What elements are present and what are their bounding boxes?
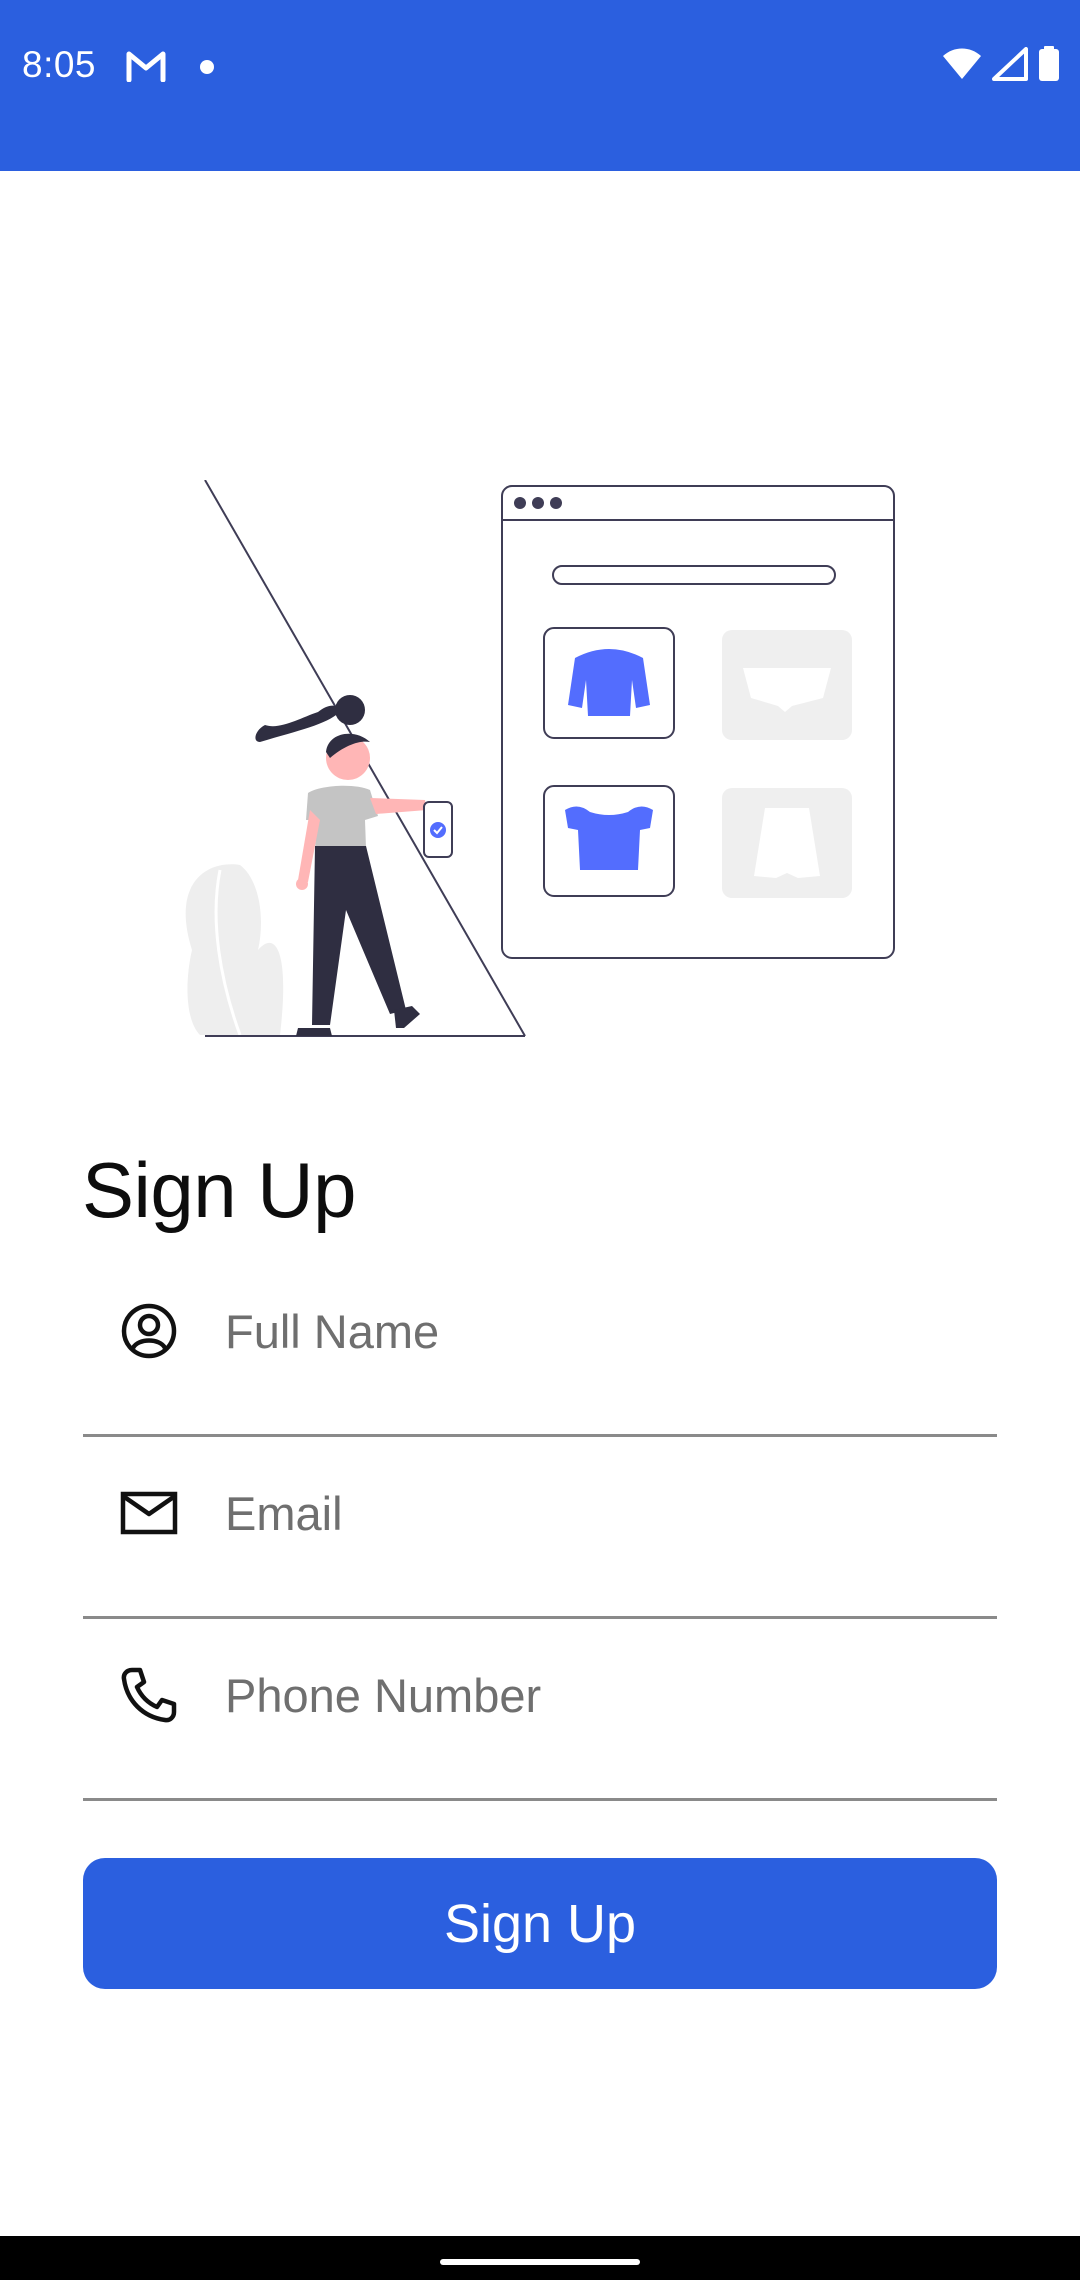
email-input[interactable] bbox=[225, 1473, 965, 1553]
full-name-field[interactable] bbox=[83, 1255, 997, 1437]
system-status-icons bbox=[942, 45, 1060, 87]
notification-dot-icon bbox=[200, 60, 214, 74]
phone-field[interactable] bbox=[83, 1619, 997, 1801]
page-title: Sign Up bbox=[82, 1146, 357, 1234]
gmail-icon bbox=[126, 50, 166, 83]
email-field[interactable] bbox=[83, 1437, 997, 1619]
signal-icon bbox=[992, 46, 1028, 86]
sign-up-button[interactable]: Sign Up bbox=[83, 1858, 997, 1989]
status-time: 8:05 bbox=[22, 44, 97, 85]
sign-up-screen: 8:05 Sign Up Full Name Email Phone Numbe… bbox=[0, 0, 1080, 2280]
full-name-input[interactable] bbox=[225, 1291, 965, 1371]
navigation-bar bbox=[0, 2236, 1080, 2280]
status-bar: 8:05 bbox=[0, 0, 1080, 171]
wifi-icon bbox=[942, 47, 982, 86]
account-circle-icon bbox=[118, 1300, 180, 1362]
phone-input[interactable] bbox=[225, 1655, 965, 1735]
battery-icon bbox=[1038, 45, 1060, 87]
phone-icon bbox=[118, 1664, 180, 1726]
gesture-handle[interactable] bbox=[440, 2259, 640, 2265]
shopping-illustration bbox=[180, 479, 900, 1040]
mail-icon bbox=[118, 1482, 180, 1544]
